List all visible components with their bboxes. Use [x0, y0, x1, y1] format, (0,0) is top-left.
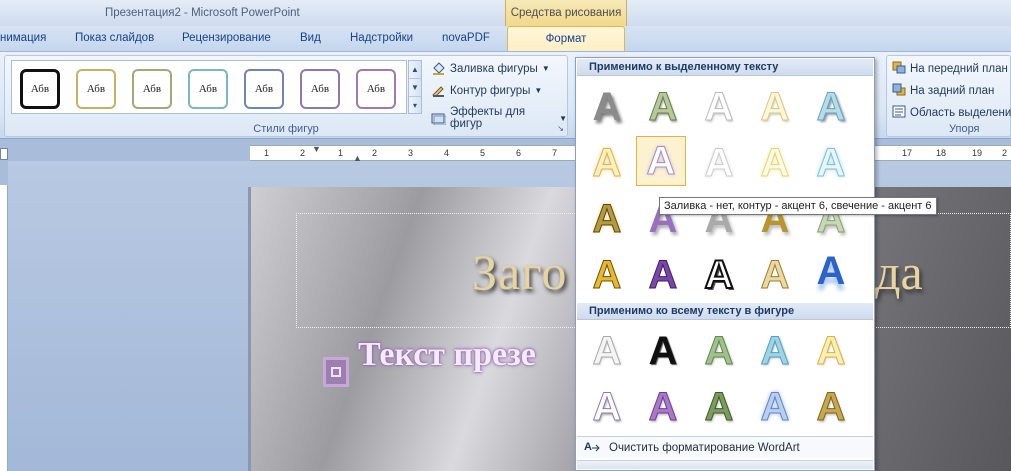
send-to-back-button[interactable]: На задний план — [892, 83, 994, 99]
clear-wordart-item[interactable]: A Очистить форматирование WordArt — [577, 436, 873, 458]
wordart-styles-menu: Применимо к выделенному тексту Применимо… — [575, 57, 875, 471]
clear-wordart-label: Очистить форматирование WordArt — [609, 441, 800, 454]
wordart-style-selected[interactable]: A — [636, 136, 686, 186]
wordart-style[interactable]: A — [582, 138, 632, 188]
wordart-style[interactable]: A — [694, 326, 744, 376]
wordart-style[interactable]: A — [806, 138, 856, 188]
wordart-style[interactable]: A — [694, 82, 744, 132]
clear-formatting-icon: A — [583, 439, 601, 456]
shape-styles-label: Стили фигур — [253, 123, 319, 135]
wordart-style[interactable]: A — [806, 382, 856, 432]
shape-styles-gallery: Абв Абв Абв Абв Абв Абв Абв — [11, 60, 407, 114]
wordart-style[interactable]: A — [582, 382, 632, 432]
shape-style-swatch[interactable]: Абв — [188, 69, 228, 109]
ribbon-tabs: нимация Показ слайдов Рецензирование Вид… — [0, 26, 1011, 52]
wordart-style[interactable]: A — [806, 326, 856, 376]
indent-marker[interactable]: ▼ — [312, 144, 321, 154]
window-title: Презентация2 - Microsoft PowerPoint — [105, 7, 300, 19]
tab-view[interactable]: Вид — [300, 32, 321, 44]
slide-title-right: да — [875, 244, 923, 300]
wordart-style[interactable]: A — [806, 246, 856, 296]
indent-marker[interactable]: ▲ — [353, 153, 362, 163]
send-back-icon — [892, 83, 906, 99]
bring-to-front-button[interactable]: На передний план — [892, 61, 1008, 77]
chevron-down-icon: ▼ — [534, 86, 543, 95]
context-tab-group: Средства рисования — [505, 0, 627, 26]
selection-pane-icon — [892, 105, 906, 121]
context-tab-group-label: Средства рисования — [510, 7, 622, 19]
bring-front-icon — [892, 61, 906, 77]
paint-bucket-icon — [431, 62, 446, 75]
wordart-style[interactable]: A — [750, 326, 800, 376]
style-tooltip: Заливка - нет, контур - акцент 6, свечен… — [659, 197, 937, 215]
tab-animation[interactable]: нимация — [0, 32, 46, 44]
wordart-style[interactable]: A — [694, 138, 744, 188]
shape-style-swatch[interactable]: Абв — [300, 69, 340, 109]
arrange-label: Упоря — [949, 123, 980, 135]
wordart-style[interactable]: A — [638, 250, 688, 300]
chevron-down-icon: ▼ — [559, 113, 567, 123]
tab-slide-show[interactable]: Показ слайдов — [75, 32, 154, 44]
wordart-style[interactable]: A — [694, 382, 744, 432]
tab-addins[interactable]: Надстройки — [350, 32, 413, 44]
svg-text:A: A — [584, 441, 592, 453]
section-header-all: Применимо ко всему тексту в фигуре — [577, 303, 873, 320]
shape-outline-button[interactable]: Контур фигуры ▼ — [431, 84, 543, 98]
ruler-corner[interactable] — [0, 148, 8, 160]
wordart-style[interactable]: A — [638, 382, 688, 432]
scroll-down-icon[interactable]: ▼ — [409, 79, 421, 97]
slide-title-left: Заго — [472, 244, 568, 300]
section-header-selected: Применимо к выделенному тексту — [577, 59, 873, 76]
shape-style-swatch[interactable]: Абв — [356, 69, 396, 109]
wordart-style[interactable]: A — [638, 326, 688, 376]
slide-body-text[interactable]: Текст презе — [358, 336, 536, 374]
chevron-down-icon: ▼ — [541, 64, 550, 73]
vertical-ruler — [0, 185, 8, 471]
wordart-style[interactable]: A — [750, 82, 800, 132]
wordart-style[interactable]: A — [750, 138, 800, 188]
shape-style-swatch[interactable]: Абв — [76, 69, 116, 109]
wordart-style[interactable]: A — [582, 82, 632, 132]
tab-review[interactable]: Рецензирование — [182, 32, 271, 44]
wordart-style[interactable]: A — [750, 250, 800, 300]
wordart-style[interactable]: A — [582, 194, 632, 244]
tab-format[interactable]: Формат — [507, 26, 625, 52]
gallery-scroll[interactable]: ▲ ▼ ▾ — [408, 60, 422, 114]
shape-style-swatch[interactable]: Абв — [20, 69, 60, 109]
tab-novapdf[interactable]: novaPDF — [442, 32, 490, 44]
wordart-style[interactable]: A — [638, 82, 688, 132]
dialog-launcher-icon[interactable]: ↘ — [557, 124, 564, 133]
pencil-icon — [431, 84, 446, 98]
scroll-up-icon[interactable]: ▲ — [409, 61, 421, 79]
wordart-style[interactable]: A — [582, 326, 632, 376]
gallery-expand-icon[interactable]: ▾ — [409, 97, 421, 115]
wordart-style[interactable]: A — [582, 250, 632, 300]
shape-style-swatch[interactable]: Абв — [244, 69, 284, 109]
shape-fill-button[interactable]: Заливка фигуры ▼ — [431, 62, 550, 75]
resize-grip[interactable] — [577, 460, 873, 469]
arrange-group: На передний план На задний план Область … — [886, 55, 1011, 137]
selection-pane-button[interactable]: Область выделени — [892, 105, 1011, 121]
bullet-icon — [323, 357, 349, 387]
wordart-style[interactable]: A — [750, 382, 800, 432]
shape-style-swatch[interactable]: Абв — [132, 69, 172, 109]
wordart-style[interactable]: A — [806, 82, 856, 132]
wordart-style[interactable]: A — [694, 250, 744, 300]
shape-styles-group: Абв Абв Абв Абв Абв Абв Абв ▲ ▼ ▾ Заливк… — [4, 55, 568, 137]
